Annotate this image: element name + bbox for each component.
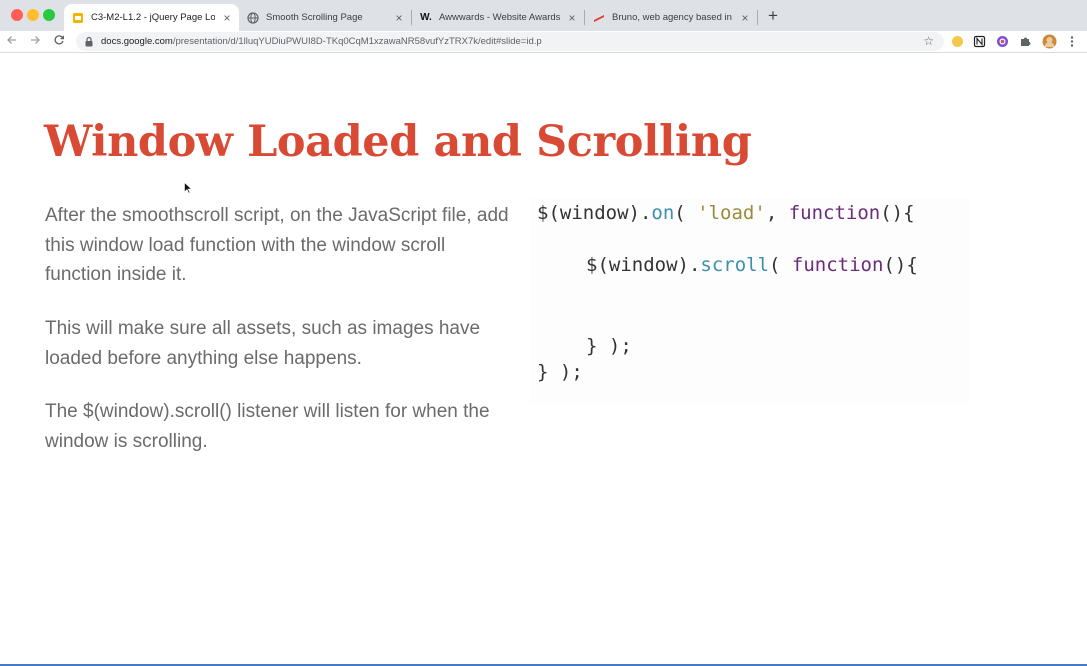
arrow-left-icon: [7, 36, 16, 44]
tab-bruno[interactable]: Bruno, web agency based in C ×: [585, 4, 757, 31]
tab-close-icon[interactable]: ×: [566, 12, 578, 24]
code-line: } );: [537, 361, 583, 383]
browser-window: C3-M2-L1.2 - jQuery Page Lo × Smooth Scr…: [0, 0, 1087, 666]
tab-close-icon[interactable]: ×: [221, 12, 233, 24]
slide-paragraph: This will make sure all assets, such as …: [45, 318, 481, 369]
new-tab-button[interactable]: +: [764, 7, 782, 25]
tab-strip: C3-M2-L1.2 - jQuery Page Lo × Smooth Scr…: [0, 0, 1087, 31]
slide-paragraph: The $(window).scroll() listener will lis…: [45, 401, 490, 452]
tab-close-icon[interactable]: ×: [393, 12, 405, 24]
slide-title: Window Loaded and Scrolling: [44, 117, 752, 167]
code-line: } );: [586, 335, 632, 357]
google-slides-icon: [72, 12, 84, 24]
tab-title: Smooth Scrolling Page: [266, 12, 363, 23]
tab-slides[interactable]: C3-M2-L1.2 - jQuery Page Lo ×: [64, 4, 239, 31]
bruno-icon: [593, 12, 605, 24]
code-block: $(window).on( 'load', function(){ $(wind…: [530, 198, 970, 403]
awwwards-icon: W.: [420, 12, 432, 23]
extension-yellow-icon[interactable]: [951, 35, 964, 48]
more-menu-icon[interactable]: [1068, 35, 1076, 48]
lock-icon: [85, 36, 93, 47]
profile-avatar[interactable]: [1042, 34, 1057, 49]
presentation-slide: Window Loaded and Scrolling After the sm…: [0, 53, 1087, 664]
arrow-right-icon: [31, 36, 40, 44]
url-path: /presentation/d/1lluqYUDiuPWUI8D-TKq0CqM…: [172, 36, 542, 47]
tab-title: Bruno, web agency based in C: [612, 12, 733, 23]
url-text: docs.google.com/presentation/d/1lluqYUDi…: [101, 36, 542, 47]
globe-icon: [247, 11, 259, 24]
tab-close-icon[interactable]: ×: [739, 12, 751, 24]
tab-title: Awwwards - Website Awards -: [439, 12, 560, 23]
tab-smooth-scrolling[interactable]: Smooth Scrolling Page ×: [239, 4, 411, 31]
forward-button[interactable]: [28, 34, 42, 48]
code-line: $(window).on( 'load', function(){: [537, 202, 915, 224]
url-domain: docs.google.com: [101, 36, 173, 47]
slide-paragraph: After the smoothscroll script, on the Ja…: [45, 205, 509, 285]
tab-title: C3-M2-L1.2 - jQuery Page Lo: [91, 12, 215, 23]
extension-notion-icon[interactable]: [973, 35, 986, 48]
minimize-window-button[interactable]: [27, 9, 39, 21]
extension-color-icon[interactable]: [996, 35, 1009, 48]
bookmark-star-icon[interactable]: ☆: [923, 34, 934, 48]
code-line: $(window).scroll( function(){: [586, 254, 918, 276]
maximize-window-button[interactable]: [43, 9, 55, 21]
tab-awwwards[interactable]: W. Awwwards - Website Awards - ×: [412, 4, 584, 31]
mouse-cursor-icon: [184, 182, 192, 194]
extensions-puzzle-icon[interactable]: [1019, 35, 1032, 48]
browser-toolbar: docs.google.com/presentation/d/1lluqYUDi…: [0, 31, 1087, 53]
tab-separator: [757, 10, 758, 25]
back-button[interactable]: [5, 34, 19, 48]
close-window-button[interactable]: [11, 9, 23, 21]
reload-icon: [54, 35, 64, 45]
address-bar[interactable]: docs.google.com/presentation/d/1lluqYUDi…: [76, 32, 944, 51]
reload-button[interactable]: [52, 34, 66, 48]
